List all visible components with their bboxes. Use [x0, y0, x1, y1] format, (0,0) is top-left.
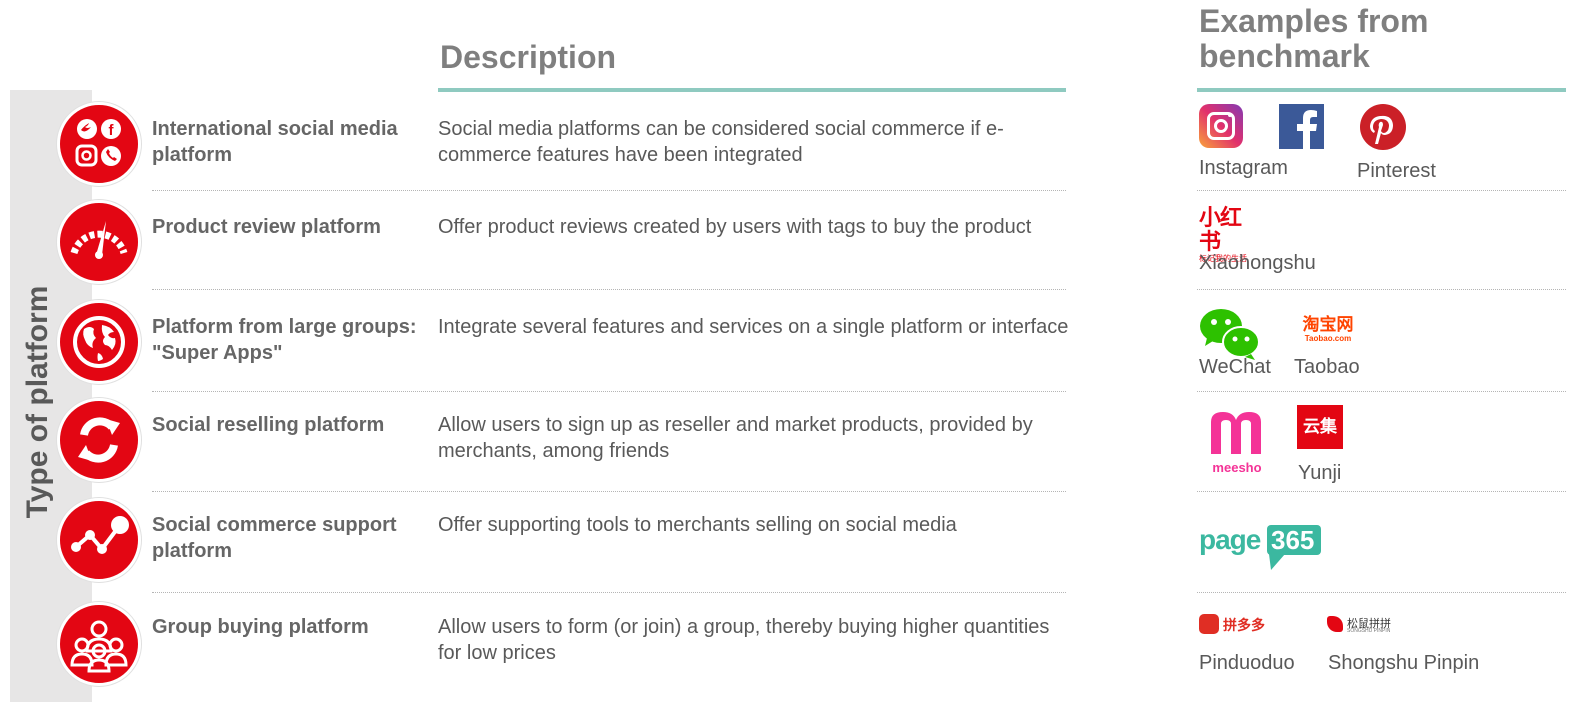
description-header-rule: [438, 88, 1066, 92]
yunji-logo: 云集: [1297, 405, 1343, 449]
row-separator: [1197, 592, 1566, 593]
row-separator: [1197, 391, 1566, 392]
platform-type-label: International social media platform: [152, 118, 398, 166]
row-separator: [152, 289, 1066, 290]
row-separator: [1197, 289, 1566, 290]
examples-header-rule: [1197, 88, 1566, 92]
platform-type-label: Product review platform: [152, 216, 381, 238]
platform-description: Social media platforms can be considered…: [438, 118, 1004, 166]
instagram-logo: [1199, 104, 1243, 148]
description-header: Description: [440, 39, 617, 75]
meesho-logo: meesho: [1199, 406, 1275, 475]
platform-description: Offer product reviews created by users w…: [438, 216, 1032, 238]
page365-logo: page 365: [1199, 524, 1324, 572]
refresh-icon: [57, 398, 141, 482]
platform-description: Allow users to sign up as reseller and m…: [438, 414, 1033, 462]
platform-type-label: Social reselling platform: [152, 414, 385, 436]
platform-row-super-apps: Platform from large groups: "Super Apps"…: [0, 300, 1587, 400]
row-separator: [152, 391, 1066, 392]
platform-row-product-review: Product review platform Offer product re…: [0, 200, 1587, 300]
platform-description: Offer supporting tools to merchants sell…: [438, 514, 957, 536]
example-name: Instagram: [1199, 157, 1288, 179]
platform-row-group-buying: Group buying platform Allow users to for…: [0, 602, 1587, 702]
example-name: Pinduoduo: [1199, 652, 1295, 674]
globe-icon: [57, 300, 141, 384]
row-separator: [1197, 190, 1566, 191]
social-media-icon: f: [57, 102, 141, 186]
platform-row-support: Social commerce support platform Offer s…: [0, 498, 1587, 598]
platform-row-reselling: Social reselling platform Allow users to…: [0, 398, 1587, 498]
xiaohongshu-logo: 小红书 标记我的生活: [1199, 205, 1247, 264]
platform-type-label: Social commerce support platform: [152, 514, 397, 562]
examples-header: Examples from benchmark: [1199, 3, 1429, 74]
example-name: Yunji: [1298, 462, 1342, 484]
platform-description: Integrate several features and services …: [438, 316, 1069, 338]
example-name: Xiaohongshu: [1199, 252, 1316, 274]
row-separator: [152, 491, 1066, 492]
example-name: Shongshu Pinpin: [1328, 652, 1480, 674]
pinduoduo-logo: 拼多多: [1199, 614, 1279, 636]
example-name: Pinterest: [1357, 160, 1436, 182]
platform-type-label: Group buying platform: [152, 616, 369, 638]
platform-type-label: Platform from large groups: "Super Apps": [152, 316, 417, 364]
facebook-logo: [1279, 104, 1324, 149]
example-name: Taobao: [1294, 356, 1360, 378]
row-separator: [152, 190, 1066, 191]
row-separator: [1197, 491, 1566, 492]
speedometer-icon: [57, 200, 141, 284]
wechat-logo: [1199, 308, 1263, 360]
platform-row-social-media: f International social media platform So…: [0, 102, 1587, 202]
group-icon: [57, 602, 141, 686]
example-name: WeChat: [1199, 356, 1271, 378]
row-separator: [152, 592, 1066, 593]
pinterest-logo: [1360, 104, 1406, 150]
taobao-logo: 淘宝网 Taobao.com: [1302, 315, 1354, 344]
songshu-logo: 松鼠拼拼 SONGSHU PINPIN: [1327, 614, 1427, 636]
platform-description: Allow users to form (or join) a group, t…: [438, 616, 1050, 664]
network-icon: [57, 498, 141, 582]
